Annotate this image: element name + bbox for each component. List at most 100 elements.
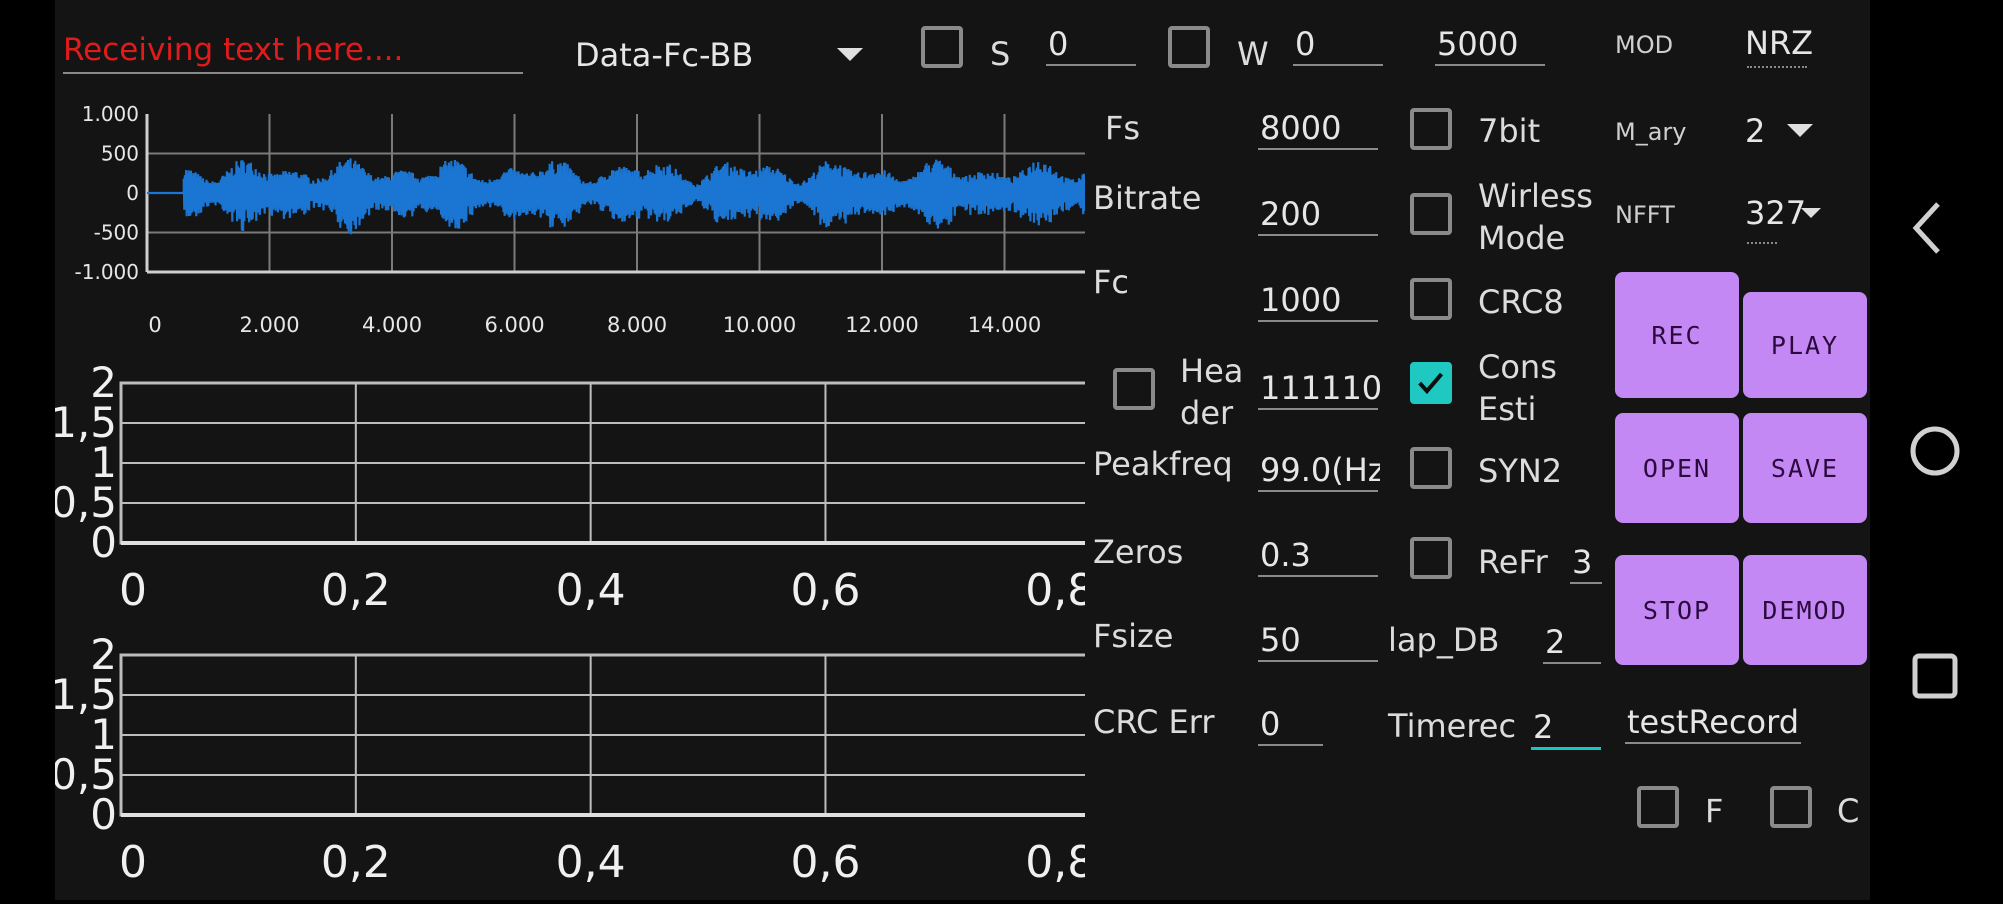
- y-tick-label: 0: [90, 790, 117, 839]
- bitrate-field[interactable]: 200: [1258, 192, 1378, 236]
- x-tick-label: 10.000: [723, 313, 796, 337]
- x-tick-label: 0: [148, 313, 161, 337]
- refr-value: 3: [1572, 546, 1593, 578]
- bitrate-value: 200: [1260, 198, 1322, 230]
- x-tick-label: 4.000: [362, 313, 422, 337]
- filename-field[interactable]: testRecord: [1625, 700, 1801, 744]
- x-tick-label: 12.000: [845, 313, 918, 337]
- save-button[interactable]: SAVE: [1743, 413, 1867, 523]
- x-tick-label: 0,2: [321, 565, 391, 616]
- timerec-label: Timerec: [1388, 707, 1517, 745]
- check-icon: [1418, 372, 1444, 395]
- mod-select[interactable]: NRZ: [1745, 20, 1835, 70]
- header-label: Hea der: [1180, 350, 1243, 434]
- overlap-field[interactable]: 2: [1543, 620, 1601, 664]
- header-label-line1: Hea: [1180, 352, 1244, 390]
- mary-select[interactable]: 2: [1745, 108, 1845, 152]
- s-value-field[interactable]: 0: [1046, 22, 1136, 66]
- fc-label: Fc: [1093, 263, 1129, 301]
- s-checkbox[interactable]: [921, 26, 963, 68]
- cons-esti-label: Cons Esti: [1478, 346, 1557, 430]
- home-icon: [1910, 426, 1960, 476]
- bit7-label: 7bit: [1478, 112, 1541, 150]
- receiving-text[interactable]: Receiving text here....: [63, 30, 523, 74]
- x-tick-label: 0: [119, 837, 147, 888]
- w-value2: 5000: [1437, 28, 1519, 60]
- s-label: S: [990, 35, 1011, 73]
- x-tick-label: 0,4: [556, 565, 626, 616]
- signal-plot-svg: 1.000 500 0 -500 -1.000 0 2.000 4.000 6.000 8.000…: [75, 102, 1129, 337]
- save-button-label: SAVE: [1770, 453, 1840, 483]
- fc-value: 1000: [1260, 284, 1342, 316]
- mode-select[interactable]: Data-Fc-BB: [575, 30, 915, 78]
- nfft-label: NFFT: [1615, 201, 1675, 229]
- receiving-text-value: Receiving text here....: [63, 32, 404, 68]
- crc8-checkbox[interactable]: [1410, 278, 1452, 320]
- open-button[interactable]: OPEN: [1615, 413, 1739, 523]
- x-tick-label: 0,4: [556, 837, 626, 888]
- chevron-down-icon: [1787, 124, 1813, 137]
- crcerr-field[interactable]: 0: [1258, 702, 1323, 746]
- crcerr-label: CRC Err: [1093, 703, 1215, 741]
- bit7-checkbox[interactable]: [1410, 108, 1452, 150]
- stop-button-label: STOP: [1642, 595, 1712, 625]
- play-button-label: PLAY: [1770, 330, 1840, 360]
- w-value-field[interactable]: 0: [1293, 22, 1383, 66]
- x-tick-label: 0,2: [321, 837, 391, 888]
- mode-select-value: Data-Fc-BB: [575, 36, 754, 74]
- peakfreq-field[interactable]: 99.0(Hz): [1258, 448, 1380, 492]
- s-value: 0: [1048, 28, 1069, 60]
- crcerr-value: 0: [1260, 708, 1281, 740]
- syn2-checkbox[interactable]: [1410, 447, 1452, 489]
- fs-value: 8000: [1260, 112, 1342, 144]
- wireless-mode-label: Wirless Mode: [1478, 175, 1593, 259]
- mary-label: M_ary: [1615, 118, 1687, 146]
- mod-label: MOD: [1615, 31, 1674, 59]
- refr-checkbox[interactable]: [1410, 537, 1452, 579]
- y-tick-label: 500: [101, 142, 139, 166]
- f-checkbox[interactable]: [1637, 786, 1679, 828]
- back-icon: [1912, 202, 1940, 254]
- w-label: W: [1237, 35, 1269, 73]
- signal-plot: 1.000 500 0 -500 -1.000 0 2.000 4.000 6.000 8.000…: [55, 100, 1129, 355]
- syn2-label: SYN2: [1478, 452, 1563, 490]
- chevron-down-icon: [837, 48, 863, 61]
- header-checkbox[interactable]: [1113, 368, 1155, 410]
- mary-value: 2: [1745, 112, 1766, 150]
- rec-button[interactable]: REC: [1615, 272, 1739, 398]
- nfft-select[interactable]: 327: [1745, 190, 1845, 246]
- wireless-label-line1: Wirless: [1478, 177, 1593, 215]
- cons-esti-checkbox[interactable]: [1410, 362, 1452, 404]
- zeros-field[interactable]: 0.3: [1258, 533, 1378, 577]
- x-tick-label: 0,8: [1025, 837, 1085, 888]
- c-checkbox[interactable]: [1770, 786, 1812, 828]
- cons-label-line1: Cons: [1478, 348, 1557, 386]
- w-value: 0: [1295, 28, 1316, 60]
- refr-field[interactable]: 3: [1570, 540, 1602, 584]
- w-value2-field[interactable]: 5000: [1435, 22, 1545, 66]
- play-button[interactable]: PLAY: [1743, 292, 1867, 398]
- timerec-field[interactable]: 2: [1531, 705, 1601, 750]
- wireless-mode-checkbox[interactable]: [1410, 193, 1452, 235]
- stop-button[interactable]: STOP: [1615, 555, 1739, 665]
- w-checkbox[interactable]: [1168, 26, 1210, 68]
- demod-button[interactable]: DEMOD: [1743, 555, 1867, 665]
- fs-field[interactable]: 8000: [1258, 106, 1378, 150]
- header-field[interactable]: 1111100: [1258, 366, 1380, 410]
- mod-underline: [1747, 66, 1807, 68]
- x-tick-label: 0,6: [790, 837, 860, 888]
- signal-line: [147, 158, 1129, 235]
- fsize-label: Fsize: [1093, 617, 1174, 655]
- c-label: C: [1837, 792, 1860, 830]
- fc-field[interactable]: 1000: [1258, 278, 1378, 322]
- x-tick-label: 8.000: [607, 313, 667, 337]
- header-value: 1111100: [1260, 372, 1380, 404]
- zeros-label: Zeros: [1093, 533, 1184, 571]
- y-tick-label: 0: [126, 181, 139, 205]
- fsize-field[interactable]: 50: [1258, 618, 1378, 662]
- spectrum-plot-1: 2 1,5 1 0,5 0 0 0,2 0,4 0,6 0,8: [55, 358, 1121, 630]
- bitrate-label: Bitrate: [1093, 179, 1202, 217]
- x-tick-label: 2.000: [239, 313, 299, 337]
- fs-label: Fs: [1105, 109, 1141, 147]
- y-tick-label: -500: [94, 221, 139, 245]
